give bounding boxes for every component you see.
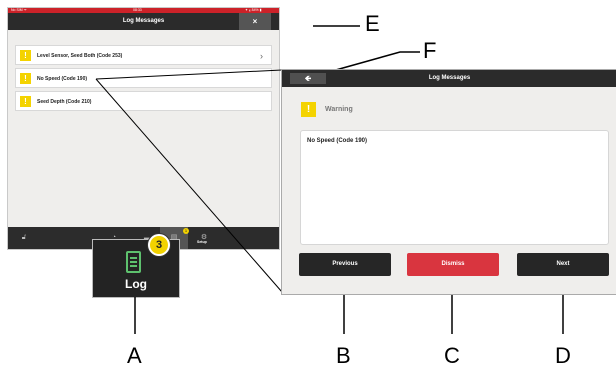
panel-title: Log Messages (428, 75, 471, 81)
dismiss-button[interactable]: Dismiss (407, 253, 499, 276)
message-text: No Speed (Code 190) (307, 138, 368, 144)
warning-icon: ! (301, 102, 316, 117)
callout-e: E (365, 11, 380, 36)
warning-label: Warning (325, 106, 353, 113)
callout-f: F (423, 38, 437, 63)
zoom-line-upper (95, 69, 283, 80)
panel-title-bar: 🡸 Log Messages (282, 70, 616, 87)
callout-a: A (127, 343, 142, 368)
callout-c: C (444, 343, 460, 368)
next-button[interactable]: Next (517, 253, 609, 276)
previous-button[interactable]: Previous (299, 253, 391, 276)
callout-b: B (336, 343, 351, 368)
zoom-line-lower (95, 78, 283, 293)
callout-d: D (555, 343, 571, 368)
log-messages-panel: 🡸 Log Messages ! Warning No Speed (Code … (281, 69, 616, 295)
back-arrow-icon[interactable]: 🡸 (290, 73, 326, 84)
message-box: No Speed (Code 190) (300, 130, 609, 245)
